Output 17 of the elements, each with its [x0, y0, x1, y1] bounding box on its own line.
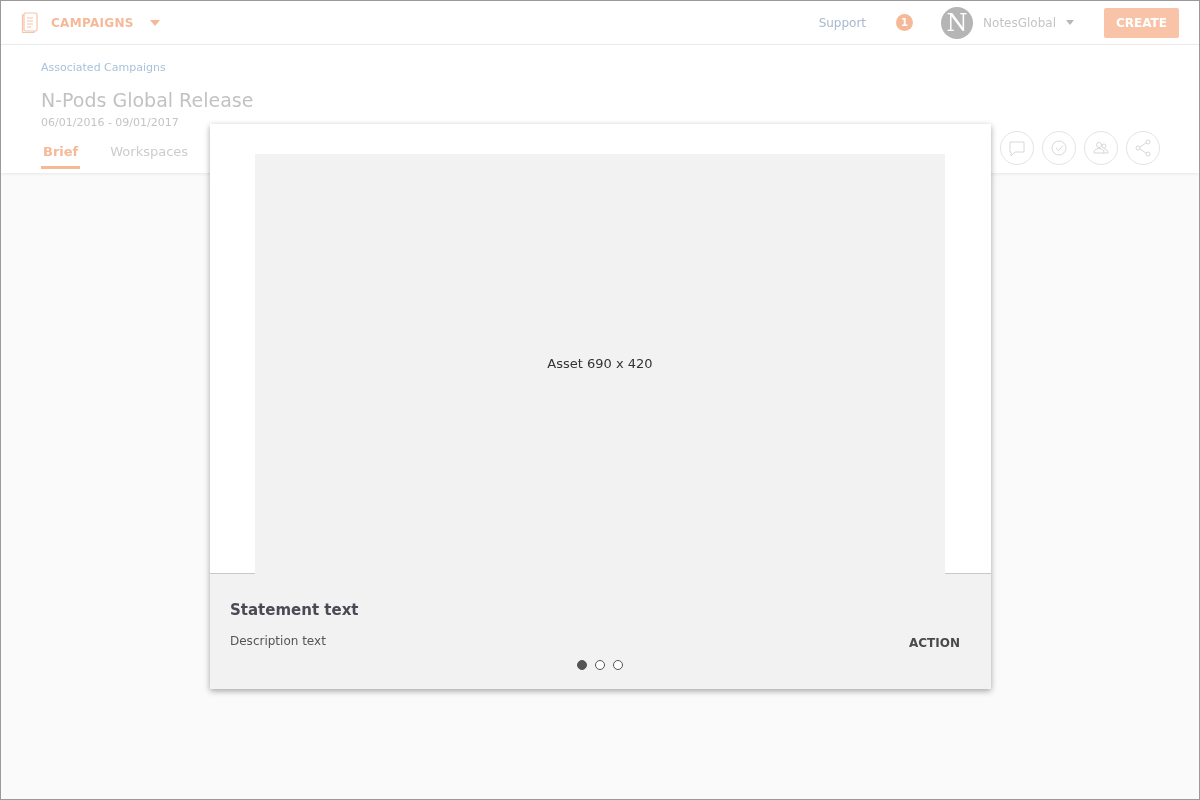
notification-badge[interactable]: 1 [896, 14, 914, 31]
support-link[interactable]: Support [818, 13, 867, 32]
section-title[interactable]: CAMPAIGNS [51, 13, 134, 32]
description-text: Description text [230, 633, 326, 649]
create-button[interactable]: CREATE [1104, 7, 1179, 38]
breadcrumb-link[interactable]: Associated Campaigns [41, 60, 1159, 76]
page-title: N-Pods Global Release [41, 88, 255, 112]
avatar[interactable]: N [941, 6, 974, 39]
asset-label: Asset 690 x 420 [547, 355, 653, 374]
action-button[interactable]: ACTION [909, 634, 960, 652]
caret-icon[interactable] [149, 19, 160, 26]
caret-icon[interactable] [1066, 20, 1074, 25]
date-range: 06/01/2016 - 09/01/2017 [41, 116, 180, 130]
document-icon[interactable] [21, 11, 39, 34]
statement-text: Statement text [230, 600, 360, 620]
account-name[interactable]: NotesGlobal [983, 13, 1056, 32]
tab[interactable]: Brief [41, 142, 81, 169]
